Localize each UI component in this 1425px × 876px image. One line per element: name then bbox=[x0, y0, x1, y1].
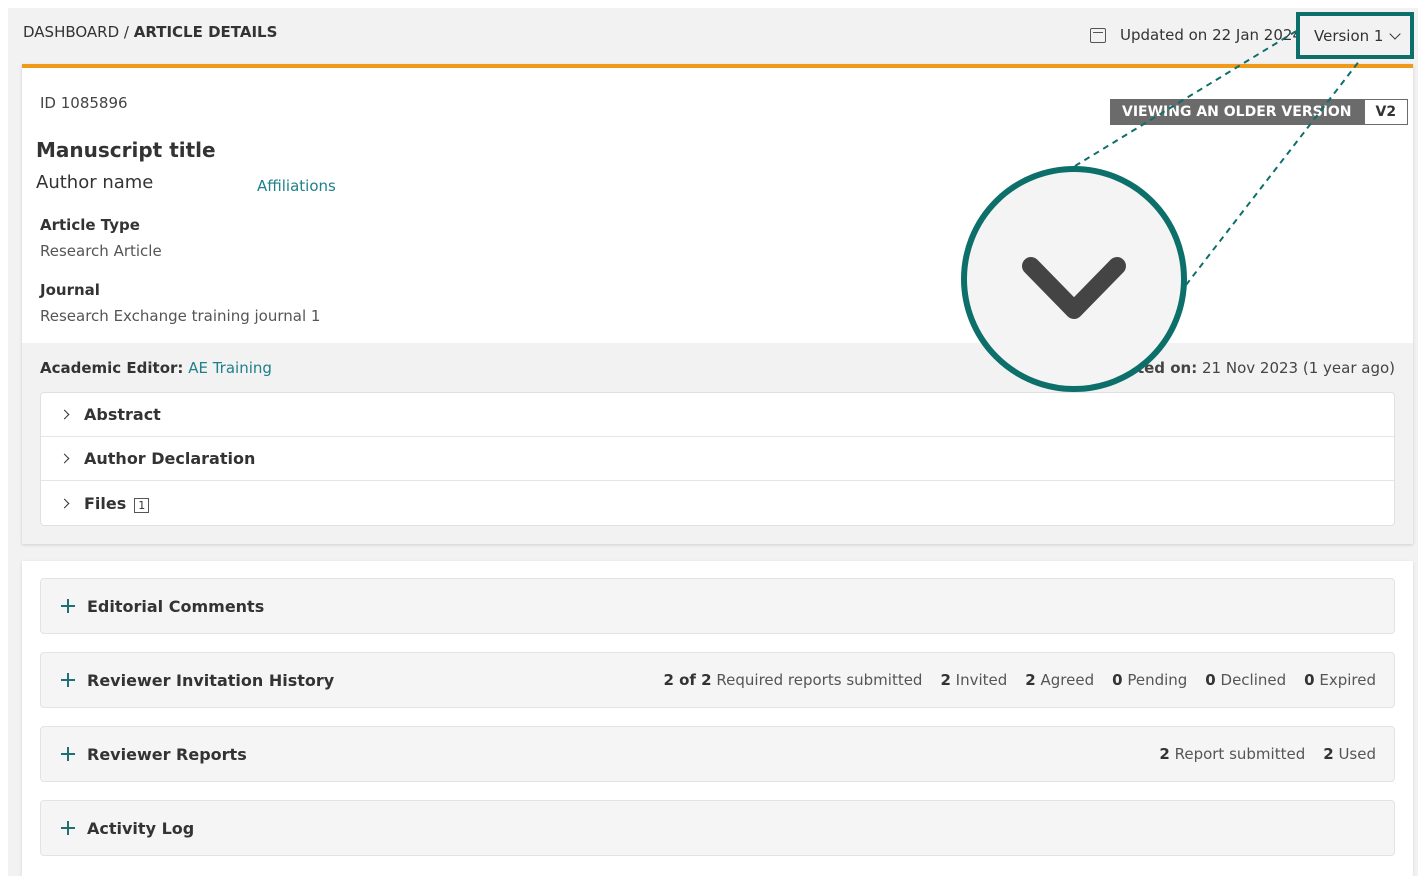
editor-label: Academic Editor: bbox=[40, 359, 184, 377]
manuscript-title: Manuscript title bbox=[36, 138, 216, 162]
plus-icon bbox=[61, 821, 75, 835]
calendar-icon bbox=[1090, 27, 1106, 43]
stat-required-submitted: 2 of 2 Required reports submitted bbox=[663, 671, 923, 689]
top-bar: DASHBOARD / ARTICLE DETAILS Updated on 2… bbox=[8, 8, 1418, 64]
article-id: ID 1085896 bbox=[40, 94, 128, 112]
version-tag: V2 bbox=[1363, 99, 1409, 125]
breadcrumb-separator: / bbox=[119, 23, 134, 41]
panel-editorial-comments[interactable]: Editorial Comments bbox=[40, 578, 1395, 634]
breadcrumb-current: ARTICLE DETAILS bbox=[133, 23, 278, 41]
files-label: Files bbox=[84, 493, 127, 513]
panel-reviewer-reports[interactable]: Reviewer Reports 2 Report submitted 2 Us… bbox=[40, 726, 1395, 782]
editor-name-link[interactable]: AE Training bbox=[188, 359, 272, 377]
stat-agreed: 2 Agreed bbox=[1025, 671, 1095, 689]
panel-activity-log[interactable]: Activity Log bbox=[40, 800, 1395, 856]
author-name: Author name bbox=[36, 172, 154, 193]
plus-icon bbox=[61, 673, 75, 687]
accordion-files[interactable]: Files 1 bbox=[41, 481, 1394, 525]
magnifier-circle bbox=[961, 166, 1187, 392]
details-accordion: Abstract Author Declaration Files 1 bbox=[40, 392, 1395, 526]
article-details-card: ID 1085896 VIEWING AN OLDER VERSION V2 M… bbox=[22, 64, 1413, 544]
chevron-down-icon bbox=[1022, 257, 1126, 319]
editor-section: Academic Editor: AE Training Submitted o… bbox=[22, 343, 1413, 544]
submitted-value: 21 Nov 2023 (1 year ago) bbox=[1202, 359, 1395, 377]
files-count-badge: 1 bbox=[134, 497, 150, 513]
accordion-label: Abstract bbox=[84, 405, 161, 424]
updated-text: Updated on 22 Jan 2024 bbox=[1120, 26, 1302, 44]
older-version-badge: VIEWING AN OLDER VERSION V2 bbox=[1110, 99, 1409, 125]
accordion-author-declaration[interactable]: Author Declaration bbox=[41, 437, 1394, 481]
report-stats: 2 Report submitted 2 Used bbox=[1159, 727, 1376, 781]
older-version-label: VIEWING AN OLDER VERSION bbox=[1110, 99, 1364, 125]
chevron-right-icon bbox=[59, 498, 70, 508]
panel-title: Editorial Comments bbox=[87, 596, 265, 616]
accordion-label: Files 1 bbox=[84, 493, 150, 513]
invitation-stats: 2 of 2 Required reports submitted 2 Invi… bbox=[663, 653, 1376, 707]
stat-used: 2 Used bbox=[1323, 745, 1376, 763]
stat-declined: 0 Declined bbox=[1205, 671, 1287, 689]
chevron-right-icon bbox=[59, 453, 70, 464]
accordion-abstract[interactable]: Abstract bbox=[41, 393, 1394, 437]
panel-title: Activity Log bbox=[87, 818, 195, 838]
article-type-label: Article Type bbox=[40, 216, 140, 234]
version-dropdown-label: Version 1 bbox=[1314, 26, 1384, 45]
journal-label: Journal bbox=[40, 281, 100, 299]
review-panels-card: Editorial Comments Reviewer Invitation H… bbox=[22, 561, 1413, 876]
panel-reviewer-invitation-history[interactable]: Reviewer Invitation History 2 of 2 Requi… bbox=[40, 652, 1395, 708]
stat-pending: 0 Pending bbox=[1112, 671, 1188, 689]
academic-editor: Academic Editor: AE Training bbox=[40, 359, 272, 377]
accordion-label: Author Declaration bbox=[84, 449, 256, 468]
updated-info: Updated on 22 Jan 2024 bbox=[1090, 26, 1302, 44]
panel-title: Reviewer Invitation History bbox=[87, 670, 335, 690]
stat-report-submitted: 2 Report submitted bbox=[1159, 745, 1306, 763]
plus-icon bbox=[61, 747, 75, 761]
chevron-down-icon bbox=[1389, 27, 1402, 40]
version-dropdown[interactable]: Version 1 bbox=[1296, 12, 1414, 59]
stat-invited: 2 Invited bbox=[940, 671, 1008, 689]
breadcrumb-dashboard[interactable]: DASHBOARD bbox=[23, 23, 119, 41]
plus-icon bbox=[61, 599, 75, 613]
stat-expired: 0 Expired bbox=[1304, 671, 1376, 689]
affiliations-link[interactable]: Affiliations bbox=[257, 177, 336, 195]
journal-value: Research Exchange training journal 1 bbox=[40, 307, 321, 325]
chevron-right-icon bbox=[59, 409, 70, 420]
panel-title: Reviewer Reports bbox=[87, 744, 247, 764]
article-type-value: Research Article bbox=[40, 242, 162, 260]
breadcrumb: DASHBOARD / ARTICLE DETAILS bbox=[23, 23, 277, 41]
